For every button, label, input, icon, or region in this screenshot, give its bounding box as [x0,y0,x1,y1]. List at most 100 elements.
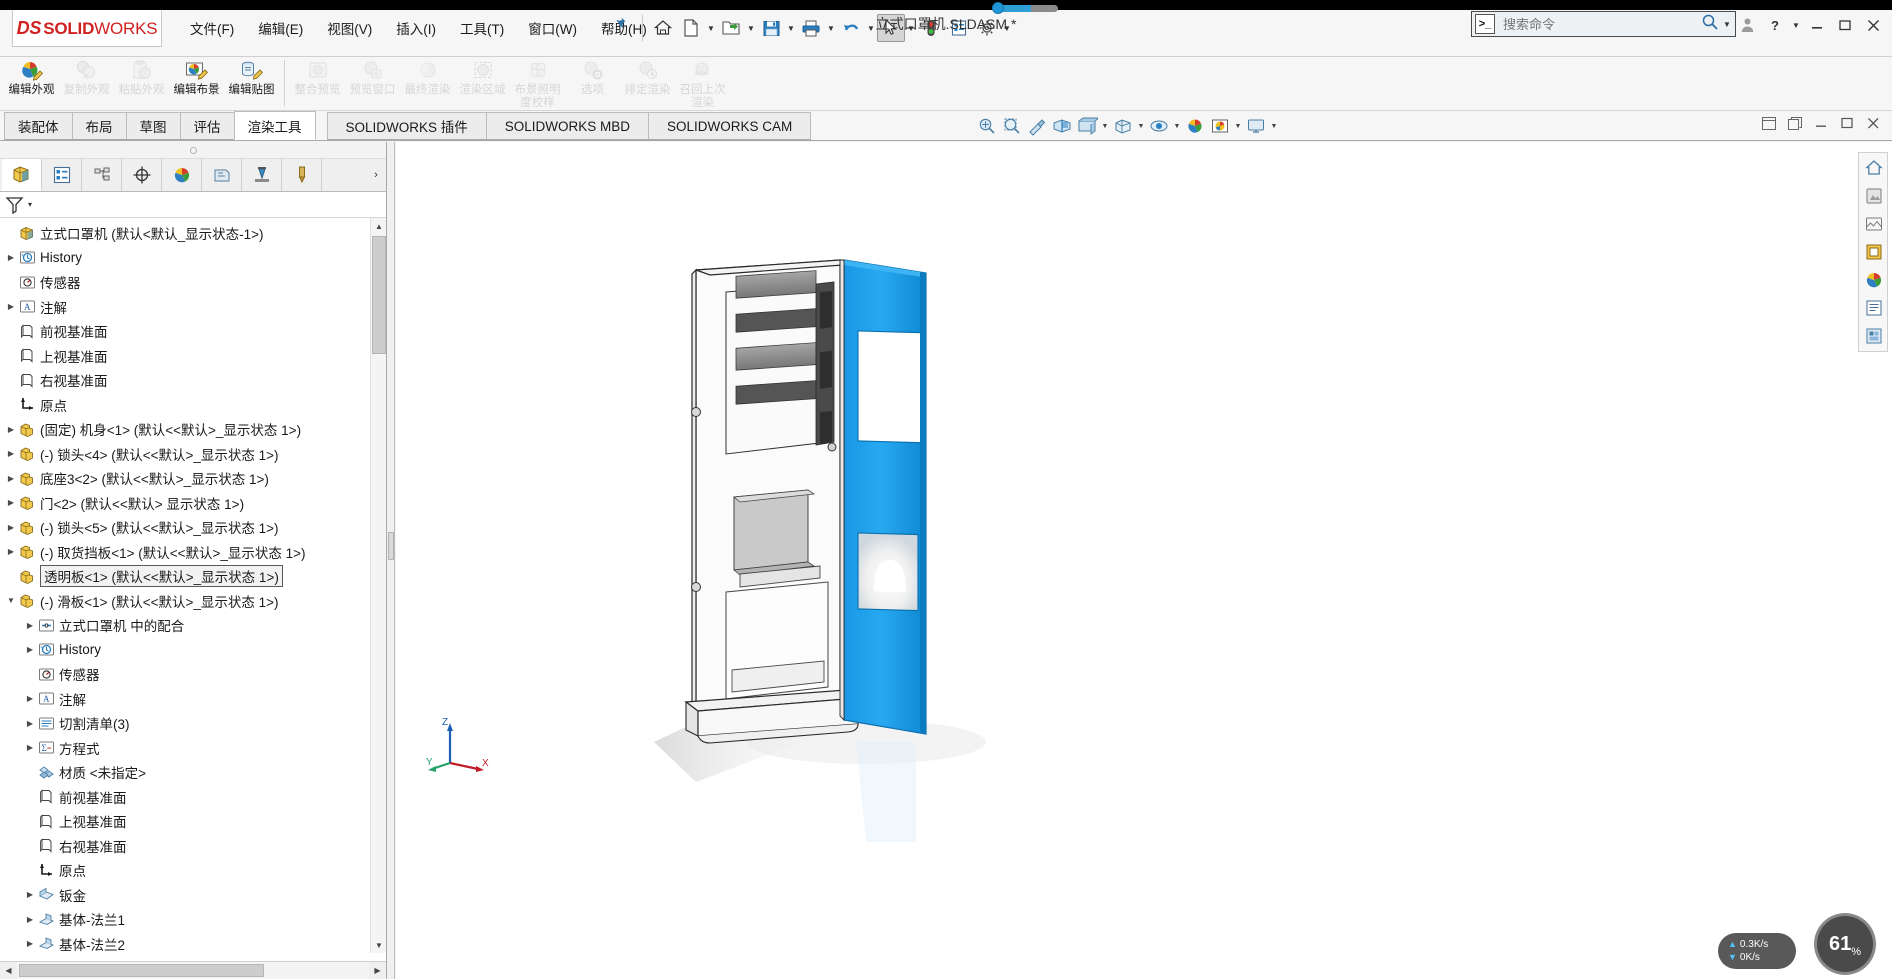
view-slider[interactable] [990,2,1060,14]
tree-node[interactable]: ▶ 底座3<2> (默认<<默认>_显示状态 1>) [0,466,386,491]
search-input[interactable] [1495,15,1699,33]
tree-node[interactable]: 前视基准面 [0,785,386,810]
appearance-sphere-icon[interactable] [1861,267,1887,293]
tree-node[interactable]: 传感器 [0,662,386,687]
panel-collapse-handle[interactable] [0,142,386,159]
select-dropdown[interactable]: ▼ [905,14,917,42]
custom-properties-icon[interactable] [1861,295,1887,321]
fm-tab-dimxpert-manager[interactable] [122,159,162,191]
new-document-dropdown[interactable]: ▼ [705,14,717,42]
ribbon-scene-illumination-proof[interactable]: 布景照明度校样 [510,57,565,111]
zoom-level-widget[interactable]: 61 % [1814,913,1876,975]
tree-expand-arrow-icon[interactable]: ▶ [4,449,18,458]
tree-node[interactable]: 原点 [0,393,386,418]
tree-node[interactable]: 透明板<1> (默认<<默认>_显示状态 1>) [0,564,386,589]
previous-view-icon[interactable] [1025,114,1049,138]
print-dropdown[interactable]: ▼ [825,14,837,42]
splitter-grip[interactable] [388,532,394,560]
feature-tree-filter[interactable]: ▾ [0,192,386,218]
tree-node[interactable]: ▶ 立式口罩机 中的配合 [0,613,386,638]
tree-node[interactable]: ▶ (固定) 机身<1> (默认<<默认>_显示状态 1>) [0,417,386,442]
graphics-viewport[interactable]: Z X Y ▲ 0.3K/s ▼ 0K/s 61 % [396,142,1892,979]
ribbon-edit-scene[interactable]: 编辑布景 [169,57,224,111]
edit-appearance-icon[interactable] [1183,114,1207,138]
tree-expand-arrow-icon[interactable]: ▶ [4,547,18,556]
tree-expand-arrow-icon[interactable]: ▶ [23,645,37,654]
tree-expand-arrow-icon[interactable]: ▶ [23,890,37,899]
hscroll-track[interactable] [17,962,369,979]
ribbon-render-region[interactable]: 渲染区域 [455,57,510,111]
display-style-icon[interactable] [1111,114,1135,138]
open-document-icon[interactable] [717,14,745,42]
help-question-icon[interactable]: ? [1762,13,1788,37]
menu-window[interactable]: 窗口(W) [516,14,589,42]
help-dropdown[interactable]: ▼ [1790,11,1802,39]
tree-node[interactable]: ▶ 切割清单(3) [0,711,386,736]
decals-icon[interactable] [1861,239,1887,265]
fm-tab-cam-manager[interactable] [282,159,322,191]
user-account-icon[interactable] [1734,13,1760,37]
apply-scene-icon[interactable] [1208,114,1232,138]
ribbon-options[interactable]: 选项 [565,57,620,111]
view-home-icon[interactable] [1861,155,1887,181]
print-icon[interactable] [797,14,825,42]
open-document-dropdown[interactable]: ▼ [745,14,757,42]
tree-node[interactable]: 立式口罩机 (默认<默认_显示状态-1>) [0,221,386,246]
fm-tab-simulation-manager[interactable] [242,159,282,191]
new-document-icon[interactable] [677,14,705,42]
ribbon-preview-window[interactable]: 预览窗口 [345,57,400,111]
tree-expand-arrow-icon[interactable]: ▶ [23,621,37,630]
tree-node[interactable]: 前视基准面 [0,319,386,344]
view-orientation-icon[interactable] [1075,114,1099,138]
scenes-lights-cameras-icon[interactable] [1861,211,1887,237]
tree-expand-arrow-icon[interactable]: ▶ [23,743,37,752]
save-dropdown[interactable]: ▼ [785,14,797,42]
scroll-right-arrow[interactable]: ▶ [369,962,386,979]
design-library-icon[interactable] [1861,323,1887,349]
tree-node[interactable]: 原点 [0,858,386,883]
home-icon[interactable] [649,14,677,42]
tree-node[interactable]: ▶ 基体-法兰2 [0,932,386,957]
appearances-icon[interactable] [1861,183,1887,209]
display-style-dropdown[interactable]: ▼ [1136,114,1146,138]
pin-icon[interactable] [610,16,628,34]
tab-evaluate[interactable]: 评估 [179,112,235,140]
minimize-icon[interactable] [1804,13,1830,37]
view-settings-dropdown[interactable]: ▼ [1269,114,1279,138]
model-3d-render[interactable] [396,142,1892,979]
tree-node[interactable]: ▶ Σ = 方程式 [0,736,386,761]
undo-icon[interactable] [837,14,865,42]
scroll-up-arrow[interactable]: ▲ [371,218,387,234]
menu-edit[interactable]: 编辑(E) [246,14,315,42]
file-properties-icon[interactable] [945,14,973,42]
ribbon-final-render[interactable]: 最终渲染 [400,57,455,111]
menu-tools[interactable]: 工具(T) [448,14,516,42]
tree-node[interactable]: ▶ (-) 锁头<5> (默认<<默认>_显示状态 1>) [0,515,386,540]
menu-view[interactable]: 视图(V) [315,14,384,42]
fm-tab-display-manager[interactable] [162,159,202,191]
tree-expand-arrow-icon[interactable]: ▶ [4,425,18,434]
options-dropdown[interactable]: ▼ [1001,14,1013,42]
hscroll-thumb[interactable] [19,964,264,977]
fm-tab-configuration-manager[interactable] [82,159,122,191]
maximize-icon[interactable] [1832,13,1858,37]
tree-vertical-scrollbar[interactable]: ▲ ▼ [370,218,386,953]
tree-node[interactable]: 上视基准面 [0,809,386,834]
hide-show-dropdown[interactable]: ▼ [1172,114,1182,138]
fm-tab-feature-tree[interactable] [2,159,42,191]
select-cursor-icon[interactable] [877,14,905,42]
tree-node[interactable]: ▶ A 注解 [0,687,386,712]
tree-node[interactable]: ▶ 门<2> (默认<<默认> 显示状态 1>) [0,491,386,516]
close-icon[interactable] [1860,13,1886,37]
tree-node[interactable]: 右视基准面 [0,834,386,859]
tab-assembly[interactable]: 装配体 [4,112,73,140]
tree-node[interactable]: ▶ History [0,246,386,271]
tree-node[interactable]: 传感器 [0,270,386,295]
fm-tab-property-manager[interactable] [42,159,82,191]
restore-doc-icon[interactable] [1784,113,1806,133]
view-orientation-dropdown[interactable]: ▼ [1100,114,1110,138]
tab-solidworks-mbd[interactable]: SOLIDWORKS MBD [485,112,650,140]
close-doc-icon[interactable] [1862,113,1884,133]
tree-expand-arrow-icon[interactable]: ▶ [23,694,37,703]
undo-dropdown[interactable]: ▼ [865,14,877,42]
